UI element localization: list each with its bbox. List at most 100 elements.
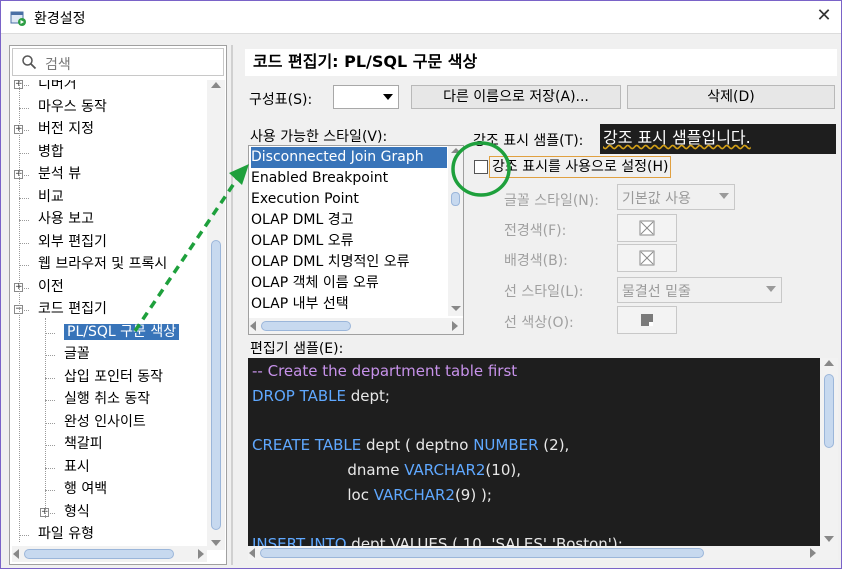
style-list-item[interactable]: Execution Point — [251, 189, 447, 210]
close-icon[interactable]: ✕ — [811, 5, 837, 29]
save-as-button[interactable]: 다른 이름으로 저장(A)... — [411, 85, 621, 109]
background-color-button[interactable] — [617, 244, 677, 272]
tree-item[interactable]: 병합 — [38, 142, 64, 164]
code-keyword: NUMBER — [473, 436, 539, 455]
chevron-down-icon — [383, 94, 393, 100]
tree-connector — [19, 535, 29, 536]
scroll-right-icon[interactable] — [198, 549, 204, 559]
splitter[interactable] — [231, 45, 233, 565]
editor-horizontal-scrollbar[interactable] — [248, 546, 820, 560]
line-style-select[interactable]: 물결선 밑줄 — [617, 277, 782, 303]
tree-item[interactable]: 글꼴 — [64, 344, 90, 366]
line-color-button[interactable] — [617, 306, 677, 334]
scheme-select[interactable] — [333, 85, 399, 109]
no-color-icon — [639, 220, 655, 236]
tree-item[interactable]: 표시 — [64, 457, 90, 479]
font-style-value: 기본값 사용 — [622, 191, 691, 207]
background-label: 배경색(B): — [504, 253, 568, 269]
style-list-item[interactable]: Disconnected Join Graph — [251, 147, 447, 168]
font-style-select[interactable]: 기본값 사용 — [617, 184, 735, 210]
scroll-left-icon[interactable] — [249, 548, 255, 558]
code-keyword: VARCHAR2 — [373, 485, 455, 504]
styles-scroll-thumb[interactable] — [451, 192, 460, 206]
scroll-up-icon[interactable] — [211, 82, 221, 88]
tree-horizontal-scrollbar[interactable] — [12, 546, 207, 562]
tree-item[interactable]: 웹 브라우저 및 프록시 — [38, 254, 167, 276]
tree-item[interactable]: 이전 — [38, 277, 64, 299]
tree-item[interactable]: 행 여백 — [64, 479, 107, 501]
scroll-right-icon[interactable] — [810, 548, 816, 558]
color-swatch-icon — [641, 314, 653, 326]
tree-item[interactable]: 디버거 — [38, 80, 77, 96]
tree-item[interactable]: 외부 편집기 — [38, 232, 107, 254]
code-text: dept; — [345, 386, 390, 405]
scroll-down-icon[interactable] — [451, 306, 461, 311]
tree-vertical-scrollbar[interactable] — [207, 80, 225, 550]
tree-connector — [45, 467, 55, 469]
code-text: (10), — [485, 460, 521, 479]
scroll-right-icon[interactable] — [452, 321, 458, 331]
tree-item[interactable]: 실행 취소 동작 — [64, 389, 150, 411]
style-list-item[interactable]: OLAP DML 경고 — [251, 210, 447, 231]
chevron-down-icon — [766, 286, 776, 292]
tree-item[interactable]: 비교 — [38, 187, 64, 209]
enable-highlight-checkbox[interactable] — [474, 160, 488, 174]
tree-connector — [19, 197, 29, 199]
scroll-left-icon[interactable] — [250, 321, 256, 331]
tree-item[interactable]: 삽입 포인터 동작 — [64, 367, 163, 389]
tree-connector — [45, 355, 55, 356]
code-comment: -- Create the department table first — [252, 362, 518, 380]
styles-vertical-scrollbar[interactable] — [448, 146, 463, 316]
code-text: (9) ); — [454, 485, 492, 504]
chevron-down-icon — [719, 193, 729, 199]
tree-item-label: 분석 뷰 — [38, 166, 82, 182]
styles-horizontal-scrollbar[interactable] — [249, 318, 463, 334]
tree-item-label: 실행 취소 동작 — [64, 391, 151, 407]
window-title: 환경설정 — [34, 11, 86, 27]
tree-item[interactable]: 완성 인사이트 — [64, 412, 146, 434]
code-line: DROP TABLE dept; — [252, 387, 390, 405]
tree-item[interactable]: 사용 보고 — [38, 209, 94, 231]
category-tree-panel: 검색 + 디버거 마우스 동작 + 버전 지정 병합 + 분석 뷰 비교 사용 보고 외부 편집기 웹… — [9, 45, 227, 565]
enable-highlight-label[interactable]: 강조 표시를 사용으로 설정(H) — [489, 156, 672, 178]
tree-item[interactable]: 마우스 동작 — [38, 97, 107, 119]
foreground-color-button[interactable] — [617, 214, 677, 242]
editor-hscroll-thumb[interactable] — [260, 548, 704, 558]
tree-item[interactable]: PL/SQL 구문 색상 — [64, 322, 180, 344]
style-list-item[interactable]: OLAP 내부 선택 — [251, 294, 447, 315]
tree-item[interactable]: 분석 뷰 — [38, 164, 81, 186]
tree-item-label: 형식 — [64, 503, 90, 520]
scroll-down-icon[interactable] — [824, 536, 834, 542]
tree-item[interactable]: 코드 편집기 — [38, 299, 107, 321]
style-list-item[interactable]: OLAP 객체 이름 오류 — [251, 273, 447, 294]
styles-hscroll-thumb[interactable] — [261, 321, 351, 331]
search-input[interactable]: 검색 — [12, 48, 224, 76]
editor-sample[interactable]: -- Create the department table first DROP… — [248, 358, 838, 560]
line-style-value: 물결선 밑줄 — [622, 284, 691, 300]
search-placeholder: 검색 — [45, 57, 71, 73]
tree-item-label: 외부 편집기 — [38, 233, 107, 250]
tree-connector — [19, 152, 29, 154]
tree-item-label: 웹 브라우저 및 프록시 — [38, 256, 168, 272]
tree-hscroll-thumb[interactable] — [24, 549, 174, 559]
editor-scroll-thumb[interactable] — [824, 374, 834, 448]
delete-button[interactable]: 삭제(D) — [627, 85, 835, 109]
tree-scroll-thumb[interactable] — [211, 240, 221, 530]
styles-label: 사용 가능한 스타일(V): — [250, 129, 388, 145]
no-color-icon — [639, 250, 655, 266]
tree-item[interactable]: 책갈피 — [64, 434, 103, 456]
tree-item[interactable]: 형식 — [64, 502, 90, 524]
tree-item[interactable]: 파일 유형 — [38, 524, 94, 546]
scroll-up-icon[interactable] — [451, 148, 461, 153]
style-list-item[interactable]: OLAP DML 치명적인 오류 — [251, 252, 447, 273]
scroll-left-icon[interactable] — [13, 549, 19, 559]
scroll-down-icon[interactable] — [211, 540, 221, 546]
styles-list[interactable]: Disconnected Join Graph Enabled Breakpoin… — [248, 145, 464, 335]
tree-item[interactable]: 버전 지정 — [38, 119, 94, 141]
style-list-item[interactable]: Enabled Breakpoint — [251, 168, 447, 189]
scroll-up-icon[interactable] — [824, 360, 834, 366]
code-text: loc — [252, 485, 374, 504]
tree-item-label: PL/SQL 구문 색상 — [64, 323, 180, 340]
style-list-item[interactable]: OLAP DML 오류 — [251, 231, 447, 252]
editor-vertical-scrollbar[interactable] — [820, 358, 838, 546]
